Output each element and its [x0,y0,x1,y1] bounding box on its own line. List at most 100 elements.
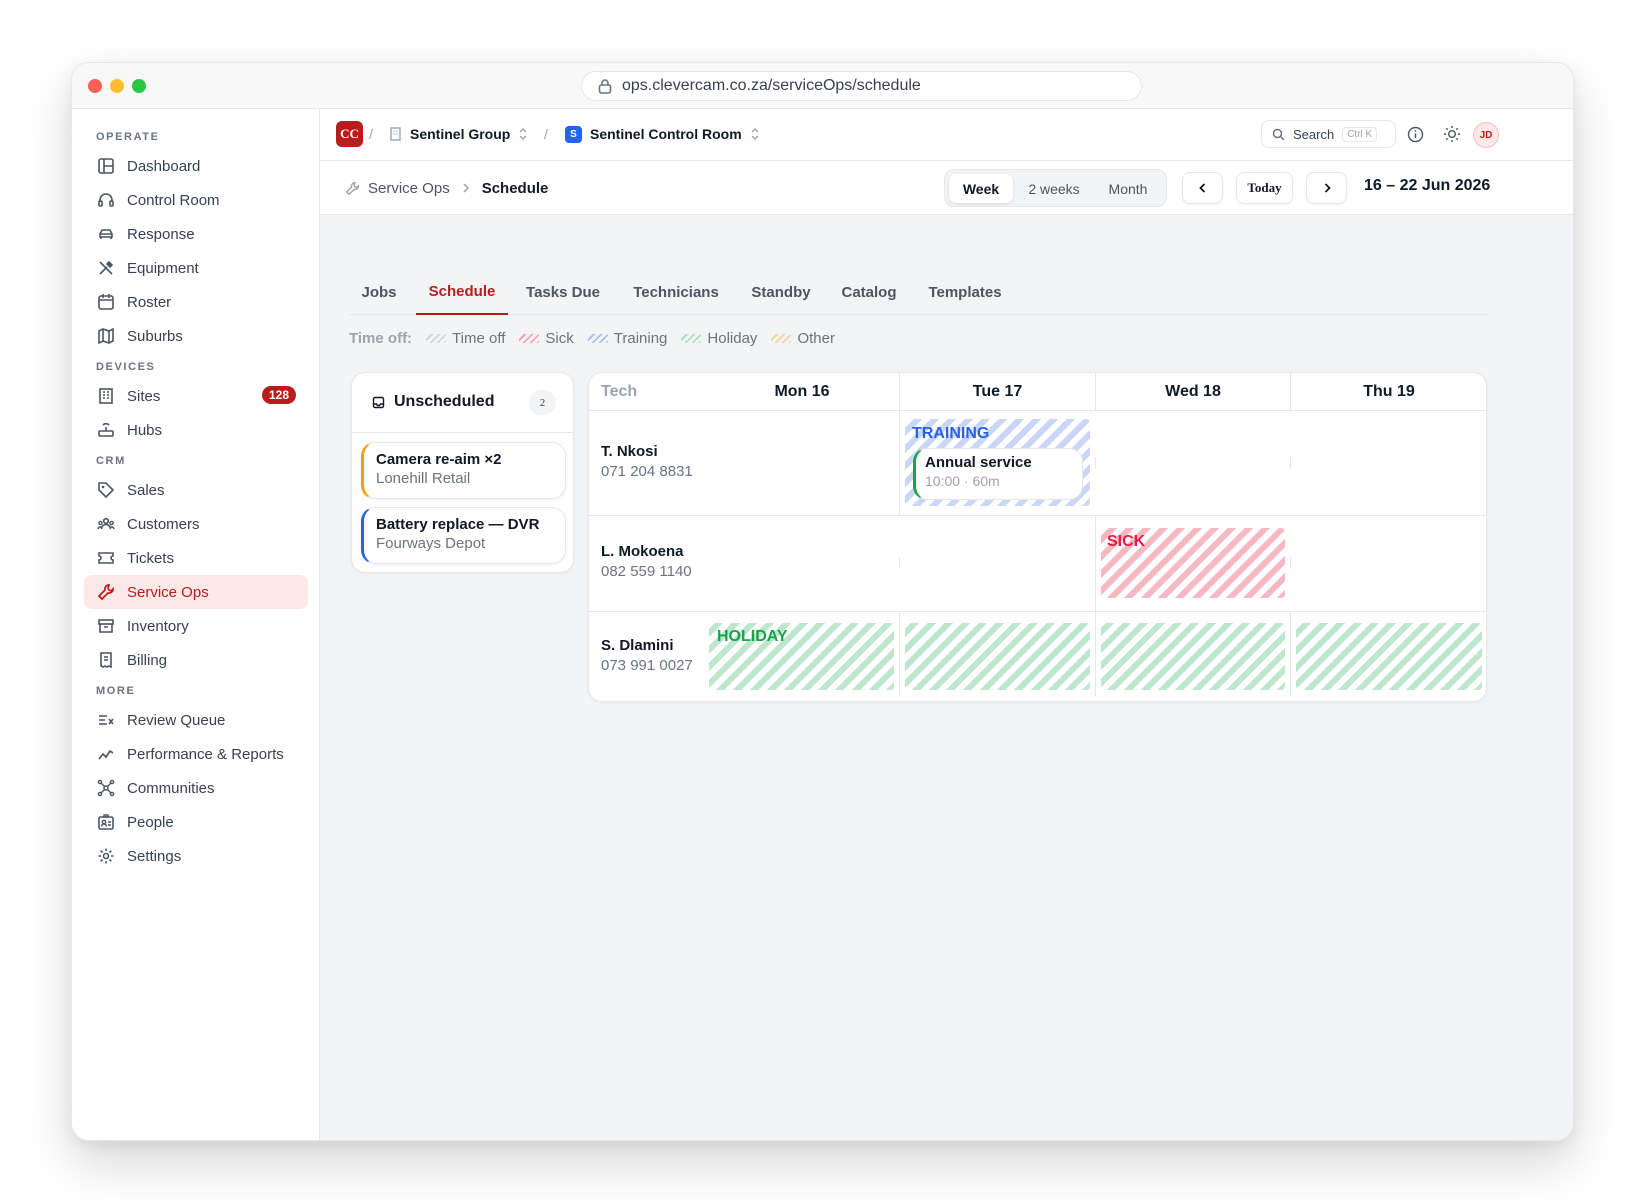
workspace-switcher[interactable]: S Sentinel Control Room [565,121,760,147]
address-bar[interactable]: ops.clevercam.co.za/serviceOps/schedule [581,71,1142,101]
sidebar-item-service-ops[interactable]: Service Ops [84,575,308,609]
avatar[interactable]: JD [1473,122,1499,148]
column-divider [899,411,900,515]
view-week-button[interactable]: Week [949,174,1013,203]
sidebar-item-sites[interactable]: Sites 128 [84,379,308,413]
sidebar-item-roster[interactable]: Roster [84,285,308,319]
sidebar-item-review-queue[interactable]: Review Queue [84,703,308,737]
view-2-weeks-button[interactable]: 2 weeks [1015,174,1093,203]
legend-swatch-training [587,333,608,343]
view-month-button[interactable]: Month [1095,174,1161,203]
row-divider [589,410,1486,411]
tech-row-header[interactable]: L. Mokoena 082 559 1140 [601,543,692,580]
unscheduled-header: Unscheduled [372,393,494,411]
sidebar-item-label: Service Ops [127,583,209,601]
sidebar-item-label: Communities [127,779,215,797]
tech-name: L. Mokoena [601,543,684,560]
legend-item-time-off: Time off [452,329,506,347]
next-week-button[interactable] [1306,172,1347,204]
sidebar-item-performance[interactable]: Performance & Reports [84,737,308,771]
breadcrumb-parent[interactable]: Service Ops [368,180,450,197]
dashboard-icon [98,158,114,174]
tab-templates[interactable]: Templates [917,269,1013,315]
legend-swatch-holiday [681,333,702,343]
close-window-button[interactable] [88,79,102,93]
day-header: Thu 19 [1363,383,1415,400]
sick-block[interactable]: SICK [1101,528,1285,598]
org-switcher[interactable]: Sentinel Group [389,121,528,147]
sidebar-item-customers[interactable]: Customers [84,507,308,541]
sidebar-item-label: Roster [127,293,172,311]
sidebar-item-label: Customers [127,515,200,533]
tab-catalog[interactable]: Catalog [831,269,907,315]
maximize-window-button[interactable] [132,79,146,93]
sidebar-item-label: Sales [127,481,165,499]
chevron-left-icon [1198,183,1205,193]
sick-label: SICK [1107,533,1146,550]
sidebar-item-inventory[interactable]: Inventory [84,609,308,643]
job-title: Annual service [925,454,1032,471]
calendar-icon [98,294,114,310]
sidebar-item-label: Hubs [127,421,163,439]
tab-standby[interactable]: Standby [741,269,821,315]
tab-tasks-due[interactable]: Tasks Due [515,269,611,315]
holiday-block[interactable] [905,623,1090,690]
job-site: Lonehill Retail [376,470,471,487]
sidebar-item-label: Sites [127,387,161,405]
sidebar-item-sales[interactable]: Sales [84,473,308,507]
breadcrumb-separator: / [369,126,373,142]
column-divider [1290,373,1291,411]
sidebar-item-settings[interactable]: Settings [84,839,308,873]
tab-technicians[interactable]: Technicians [622,269,730,315]
tab-jobs[interactable]: Jobs [349,269,409,315]
sidebar-item-label: Control Room [127,191,220,209]
tab-schedule[interactable]: Schedule [416,269,508,315]
sidebar-item-label: Inventory [127,617,189,635]
holiday-block[interactable]: HOLIDAY [709,623,894,690]
sidebar-item-response[interactable]: Response [84,217,308,251]
router-icon [98,422,114,437]
job-meta: 10:00 · 60m [925,473,1000,489]
legend-item-other: Other [797,329,835,347]
sidebar-item-suburbs[interactable]: Suburbs [84,319,308,353]
sidebar-item-label: Suburbs [127,327,183,345]
info-icon[interactable] [1407,126,1424,143]
sidebar-item-billing[interactable]: Billing [84,643,308,677]
car-icon [99,229,113,239]
tech-row-header[interactable]: T. Nkosi 071 204 8831 [601,443,693,480]
sidebar-item-tickets[interactable]: Tickets [84,541,308,575]
minimize-window-button[interactable] [110,79,124,93]
sidebar-item-communities[interactable]: Communities [84,771,308,805]
browser-window: ops.clevercam.co.za/serviceOps/schedule … [71,62,1574,1141]
cell-divider [1290,557,1291,569]
sidebar-item-people[interactable]: People [84,805,308,839]
app-logo[interactable]: CC [336,121,363,147]
unscheduled-job-card[interactable]: Battery replace — DVR Fourways Depot [361,507,566,564]
sidebar-item-control-room[interactable]: Control Room [84,183,308,217]
sidebar-item-equipment[interactable]: Equipment [84,251,308,285]
sidebar-item-label: Billing [127,651,168,669]
cell-divider [1290,457,1291,469]
holiday-block[interactable] [1296,623,1482,690]
legend-label: Time off: [349,329,413,347]
sidebar-item-dashboard[interactable]: Dashboard [84,149,308,183]
sites-count-badge: 128 [261,386,296,404]
chevron-updown-icon [751,128,759,140]
tech-row-header[interactable]: S. Dlamini 073 991 0027 [601,637,693,674]
search-button[interactable]: Search Ctrl K [1261,120,1396,148]
scheduled-job-card[interactable]: Annual service 10:00 · 60m [913,448,1083,500]
unscheduled-job-card[interactable]: Camera re-aim ×2 Lonehill Retail [361,442,566,499]
sidebar-item-label: Dashboard [127,157,201,175]
trend-icon [98,749,114,760]
view-toggle: Week 2 weeks Month [944,169,1167,207]
sidebar-item-hubs[interactable]: Hubs [84,413,308,447]
breadcrumb-separator: / [544,126,548,142]
page-header: Service Ops Schedule Week 2 weeks Month … [320,161,1573,215]
today-button[interactable]: Today [1236,172,1293,204]
theme-toggle-icon[interactable] [1443,125,1461,143]
sidebar-item-label: Settings [127,847,182,865]
prev-week-button[interactable] [1182,172,1223,204]
search-shortcut: Ctrl K [1342,126,1378,142]
main-area: CC / Sentinel Group / S Sentinel Control… [320,109,1573,1140]
holiday-block[interactable] [1101,623,1285,690]
